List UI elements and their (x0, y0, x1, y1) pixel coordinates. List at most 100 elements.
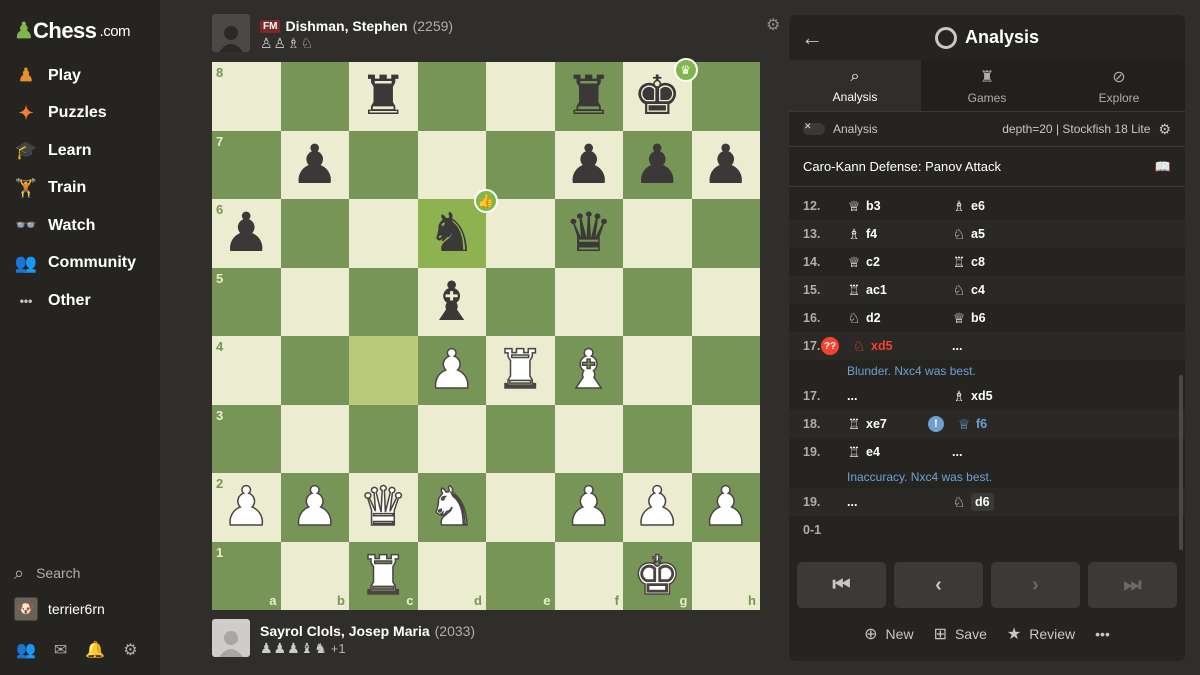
square-a8[interactable]: 8 (212, 62, 281, 131)
square-e5[interactable] (486, 267, 555, 336)
square-f1[interactable]: f (554, 541, 623, 610)
tab-games[interactable]: ♜ Games (921, 60, 1053, 111)
square-a7[interactable]: 7 (212, 130, 281, 199)
square-b1[interactable]: b (280, 541, 349, 610)
last-move-button[interactable]: ⏭ (1088, 562, 1177, 608)
square-d2[interactable]: ♞ (417, 473, 486, 542)
square-b6[interactable] (280, 199, 349, 268)
square-h4[interactable] (691, 336, 760, 405)
engine-settings-gear-icon[interactable]: ⚙ (1158, 121, 1171, 138)
square-e6[interactable] (486, 199, 555, 268)
black-move[interactable]: ♘ c4 (952, 282, 985, 299)
opening-book-icon[interactable]: 📖 (1155, 159, 1171, 175)
square-f3[interactable] (554, 404, 623, 473)
square-e2[interactable] (486, 473, 555, 542)
square-b5[interactable] (280, 267, 349, 336)
white-pawn-icon[interactable]: ♟ (701, 479, 751, 535)
square-f5[interactable] (554, 267, 623, 336)
black-pawn-icon[interactable]: ♟ (565, 137, 613, 192)
square-d5[interactable]: ♝ (417, 267, 486, 336)
square-f2[interactable]: ♟ (554, 473, 623, 542)
square-e7[interactable] (486, 130, 555, 199)
white-move[interactable]: ♕ b3 (847, 198, 952, 215)
square-b8[interactable] (280, 62, 349, 131)
square-g6[interactable] (623, 199, 692, 268)
square-f6[interactable]: ♛ (554, 199, 623, 268)
square-d1[interactable]: d (417, 541, 486, 610)
square-a1[interactable]: 1a (212, 541, 281, 610)
previous-move-button[interactable]: ‹ (894, 562, 983, 608)
square-c4[interactable] (349, 336, 418, 405)
review-button[interactable]: ★ Review (1007, 624, 1075, 644)
white-move[interactable]: ♖ ac1 (847, 282, 952, 299)
sidebar-search[interactable]: ⌕ Search (0, 560, 160, 586)
black-rook-icon[interactable]: ♜ (565, 69, 613, 123)
white-move[interactable]: ♖ e4 (847, 444, 952, 461)
black-pawn-icon[interactable]: ♟ (702, 137, 750, 192)
square-c7[interactable] (349, 130, 418, 199)
black-move[interactable]: ♘ a5 (952, 226, 985, 243)
sidebar-user[interactable]: 🐶 terrier6rn (0, 596, 160, 622)
square-b4[interactable] (280, 336, 349, 405)
analysis-toggle[interactable] (803, 121, 825, 135)
move-list-scrollbar[interactable] (1179, 375, 1183, 550)
white-move[interactable]: ♗ f4 (847, 226, 952, 243)
square-h7[interactable]: ♟ (691, 130, 760, 199)
black-knight-icon[interactable]: ♞ (428, 206, 476, 260)
square-a2[interactable]: 2 ♟ (212, 473, 281, 542)
black-move[interactable]: ♘ d6 (952, 493, 994, 511)
white-knight-icon[interactable]: ♞ (427, 479, 477, 535)
white-pawn-icon[interactable]: ♟ (632, 479, 682, 535)
white-move[interactable]: ♘ d2 (847, 310, 952, 327)
white-rook-icon[interactable]: ♜ (358, 548, 408, 604)
square-b3[interactable] (280, 404, 349, 473)
top-player-name[interactable]: Dishman, Stephen (285, 18, 407, 34)
square-g5[interactable] (623, 267, 692, 336)
black-move[interactable]: ... (952, 339, 962, 353)
white-rook-icon[interactable]: ♜ (495, 342, 545, 398)
white-pawn-icon[interactable]: ♟ (564, 479, 614, 535)
square-d8[interactable] (417, 62, 486, 131)
black-queen-icon[interactable]: ♛ (565, 206, 613, 260)
square-d6[interactable]: ♞ 👍 (417, 189, 498, 268)
sidebar-item-puzzles[interactable]: ✦ Puzzles (0, 95, 160, 133)
tab-explore[interactable]: ⊘ Explore (1053, 60, 1185, 111)
square-h8[interactable] (691, 62, 760, 131)
tab-analysis[interactable]: ⌕ Analysis (789, 60, 921, 111)
save-button[interactable]: ⊞ Save (934, 624, 987, 644)
square-a6[interactable]: 6 ♟ (212, 199, 281, 268)
square-c5[interactable] (349, 267, 418, 336)
square-g8[interactable]: ♚ ♛ (623, 58, 698, 131)
square-h5[interactable] (691, 267, 760, 336)
square-a5[interactable]: 5 (212, 267, 281, 336)
sidebar-item-other[interactable]: ••• Other (0, 282, 160, 320)
black-pawn-icon[interactable]: ♟ (222, 206, 270, 260)
square-e4[interactable]: ♜ (486, 336, 555, 405)
bottom-player-avatar[interactable] (212, 619, 250, 657)
sidebar-item-train[interactable]: 🏋 Train (0, 170, 160, 208)
square-c3[interactable] (349, 404, 418, 473)
first-move-button[interactable]: ⏮ (797, 562, 886, 608)
sidebar-item-community[interactable]: 👥 Community (0, 245, 160, 283)
sidebar-item-watch[interactable]: 👓 Watch (0, 207, 160, 245)
square-e3[interactable] (486, 404, 555, 473)
square-f8[interactable]: ♜ (554, 62, 623, 131)
white-pawn-icon[interactable]: ♟ (221, 479, 271, 535)
square-c8[interactable]: ♜ (349, 62, 418, 131)
white-move[interactable]: ... (847, 389, 952, 403)
square-h6[interactable] (691, 199, 760, 268)
white-move[interactable]: ... (847, 495, 952, 509)
black-move[interactable]: ! ♕ f6 (928, 416, 987, 433)
white-bishop-icon[interactable]: ♝ (564, 342, 614, 398)
square-h2[interactable]: ♟ (691, 473, 760, 542)
black-rook-icon[interactable]: ♜ (359, 69, 407, 123)
black-move[interactable]: ♕ b6 (952, 310, 986, 327)
next-move-button[interactable]: › (991, 562, 1080, 608)
black-king-icon[interactable]: ♚ (633, 69, 681, 123)
square-g7[interactable]: ♟ (623, 130, 692, 199)
bottom-player-name[interactable]: Sayrol Clols, Josep Maria (260, 623, 430, 639)
more-options-button[interactable]: ••• (1095, 626, 1110, 642)
square-g4[interactable] (623, 336, 692, 405)
square-g1[interactable]: g ♚ (623, 541, 692, 610)
square-b2[interactable]: ♟ (280, 473, 349, 542)
